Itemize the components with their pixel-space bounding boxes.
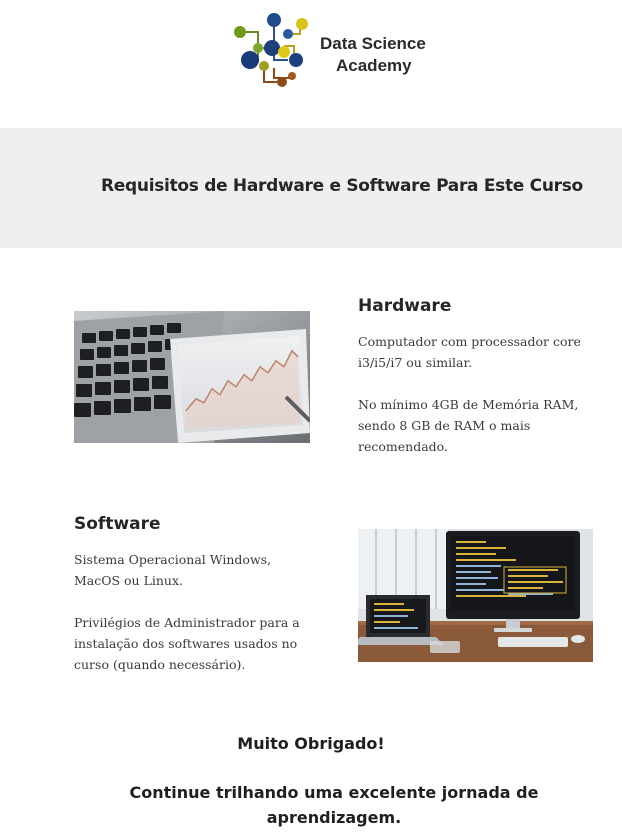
hardware-image [74, 311, 310, 443]
brand-name-line2: Academy [336, 56, 412, 75]
page-title: Requisitos de Hardware e Software Para E… [101, 176, 583, 196]
closing-message: Continue trilhando uma excelente jornada… [129, 783, 539, 827]
software-heading: Software [74, 514, 161, 534]
hardware-ram-text: No mínimo 4GB de Memória RAM, sendo 8 GB… [358, 397, 579, 454]
software-admin-text: Privilégios de Administrador para a inst… [74, 615, 300, 672]
hardware-heading: Hardware [358, 296, 452, 316]
title-banner: Requisitos de Hardware e Software Para E… [0, 128, 622, 248]
hardware-processor-text: Computador com processador core i3/i5/i7… [358, 334, 581, 370]
software-image [358, 529, 593, 662]
brand-name-line1: Data Science [320, 34, 426, 53]
molecule-logo-icon [234, 13, 308, 87]
thanks-message: Muito Obrigado! [237, 734, 385, 753]
software-os-text: Sistema Operacional Windows, MacOS ou Li… [74, 552, 272, 588]
brand-logo: Data Science Academy [228, 12, 458, 90]
